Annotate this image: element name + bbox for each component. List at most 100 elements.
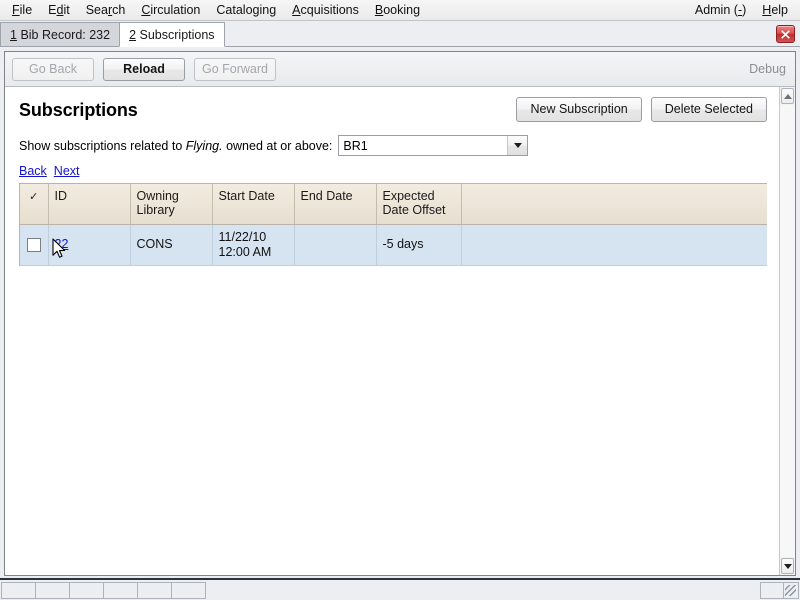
page-body: Subscriptions New Subscription Delete Se… — [5, 87, 795, 575]
tab-subscriptions-title: Subscriptions — [140, 28, 215, 42]
reload-label: Reload — [123, 62, 165, 76]
page-title: Subscriptions — [19, 100, 138, 121]
menu-search[interactable]: Search — [78, 1, 134, 19]
status-bar — [0, 578, 800, 600]
menu-booking-rest: ooking — [383, 3, 420, 17]
triangle-down-icon — [784, 564, 792, 569]
menu-cataloging[interactable]: Cataloging — [208, 1, 284, 19]
page-header: Subscriptions New Subscription Delete Se… — [19, 96, 767, 122]
vertical-scrollbar[interactable] — [779, 87, 795, 575]
go-forward-button[interactable]: Go Forward — [194, 58, 276, 81]
tab-subscriptions-number: 2 — [129, 28, 136, 42]
menu-cataloging-pre: Catalo — [216, 3, 252, 17]
go-back-label: Go Back — [29, 62, 77, 76]
tab-subscriptions[interactable]: 2 Subscriptions — [119, 22, 224, 47]
pager-next-link[interactable]: Next — [54, 164, 80, 178]
filter-row: Show subscriptions related to Flying. ow… — [19, 135, 767, 156]
menu-edit-pre: E — [48, 3, 56, 17]
row-select-cell[interactable] — [20, 224, 48, 265]
menu-help[interactable]: Help — [754, 1, 796, 19]
subscriptions-grid: ✓ ID Owning Library Start Date End Date … — [19, 183, 767, 266]
application-window: File Edit Search Circulation Cataloging … — [0, 0, 800, 600]
tab-bib-record[interactable]: 1 Bib Record: 232 — [0, 22, 120, 46]
menu-acquisitions-rest: cquisitions — [301, 3, 359, 17]
menu-circulation[interactable]: Circulation — [133, 1, 208, 19]
status-panel-4 — [103, 582, 138, 599]
column-header-expected-date-offset[interactable]: Expected Date Offset — [376, 184, 461, 224]
row-checkbox[interactable] — [27, 238, 41, 252]
filter-record-title: Flying. — [186, 139, 223, 153]
row-offset-cell: -5 days — [376, 224, 461, 265]
menu-help-rest: elp — [771, 3, 788, 17]
filter-description: Show subscriptions related to Flying. ow… — [19, 139, 332, 153]
owning-library-value: BR1 — [339, 139, 507, 153]
resize-grip[interactable] — [783, 582, 799, 599]
menu-search-pre: Sea — [86, 3, 108, 17]
tab-bib-record-number: 1 — [10, 28, 17, 42]
pager-back-link[interactable]: Back — [19, 164, 47, 178]
status-panel-3 — [69, 582, 104, 599]
menu-booking[interactable]: Booking — [367, 1, 428, 19]
new-subscription-button[interactable]: New Subscription — [516, 97, 641, 122]
menu-acquisitions[interactable]: Acquisitions — [284, 1, 367, 19]
column-header-select-all[interactable]: ✓ — [20, 184, 48, 224]
menu-admin-pre: Admin ( — [695, 3, 738, 17]
filter-suffix: owned at or above: — [226, 139, 332, 153]
reload-button[interactable]: Reload — [103, 58, 185, 81]
page-main: Subscriptions New Subscription Delete Se… — [5, 87, 779, 575]
delete-selected-label: Delete Selected — [665, 102, 753, 116]
owning-library-select[interactable]: BR1 — [338, 135, 528, 156]
column-header-filler — [461, 184, 767, 224]
status-panel-6 — [171, 582, 206, 599]
filter-prefix: Show subscriptions related to — [19, 139, 182, 153]
menu-acquisitions-accel: A — [292, 3, 300, 17]
chevron-down-icon[interactable] — [507, 136, 527, 155]
menu-admin-rest: ) — [742, 3, 746, 17]
menu-help-accel: H — [762, 3, 771, 17]
menu-admin[interactable]: Admin (-) — [687, 1, 754, 19]
column-header-end-date[interactable]: End Date — [294, 184, 376, 224]
scroll-up-button[interactable] — [781, 88, 794, 104]
status-panel-5 — [137, 582, 172, 599]
row-end-date-cell — [294, 224, 376, 265]
caret-shape — [514, 143, 522, 148]
column-header-id[interactable]: ID — [48, 184, 130, 224]
subscription-id-link[interactable]: 22 — [55, 237, 69, 251]
row-start-date-cell: 11/22/10 12:00 AM — [212, 224, 294, 265]
tab-bib-record-title: Bib Record: 232 — [20, 28, 110, 42]
menu-cataloging-rest: ing — [259, 3, 276, 17]
menu-file-accel: F — [12, 3, 20, 17]
tab-bar: 1 Bib Record: 232 2 Subscriptions — [0, 21, 800, 47]
subscriptions-table: ✓ ID Owning Library Start Date End Date … — [20, 184, 767, 266]
menu-file[interactable]: File — [4, 1, 40, 19]
column-header-owning-library[interactable]: Owning Library — [130, 184, 212, 224]
delete-selected-button[interactable]: Delete Selected — [651, 97, 767, 122]
menu-circulation-rest: irculation — [150, 3, 200, 17]
row-id-cell: 22 — [48, 224, 130, 265]
checkmark-icon: ✓ — [29, 191, 38, 203]
go-back-button[interactable]: Go Back — [12, 58, 94, 81]
content-area: Go Back Reload Go Forward Debug Subscrip… — [0, 47, 800, 578]
pager: Back Next — [19, 164, 767, 178]
close-icon[interactable] — [776, 25, 795, 43]
browser-frame: Go Back Reload Go Forward Debug Subscrip… — [4, 51, 796, 576]
new-subscription-label: New Subscription — [530, 102, 627, 116]
status-message-area — [207, 582, 761, 599]
table-header-row: ✓ ID Owning Library Start Date End Date … — [20, 184, 767, 224]
menu-edit-rest: it — [63, 3, 69, 17]
table-row[interactable]: 22 CONS 11/22/10 12:00 AM -5 days — [20, 224, 767, 265]
triangle-up-icon — [784, 94, 792, 99]
menu-edit[interactable]: Edit — [40, 1, 78, 19]
menu-file-rest: ile — [20, 3, 33, 17]
debug-link[interactable]: Debug — [749, 62, 786, 76]
menu-bar: File Edit Search Circulation Cataloging … — [0, 0, 800, 21]
scrollbar-track[interactable] — [780, 105, 795, 557]
column-header-start-date[interactable]: Start Date — [212, 184, 294, 224]
scroll-down-button[interactable] — [781, 558, 794, 574]
status-panel-1 — [1, 582, 36, 599]
go-forward-label: Go Forward — [202, 62, 268, 76]
row-filler-cell — [461, 224, 767, 265]
page-actions: New Subscription Delete Selected — [516, 96, 767, 122]
row-owning-library-cell: CONS — [130, 224, 212, 265]
status-panel-end — [760, 582, 784, 599]
